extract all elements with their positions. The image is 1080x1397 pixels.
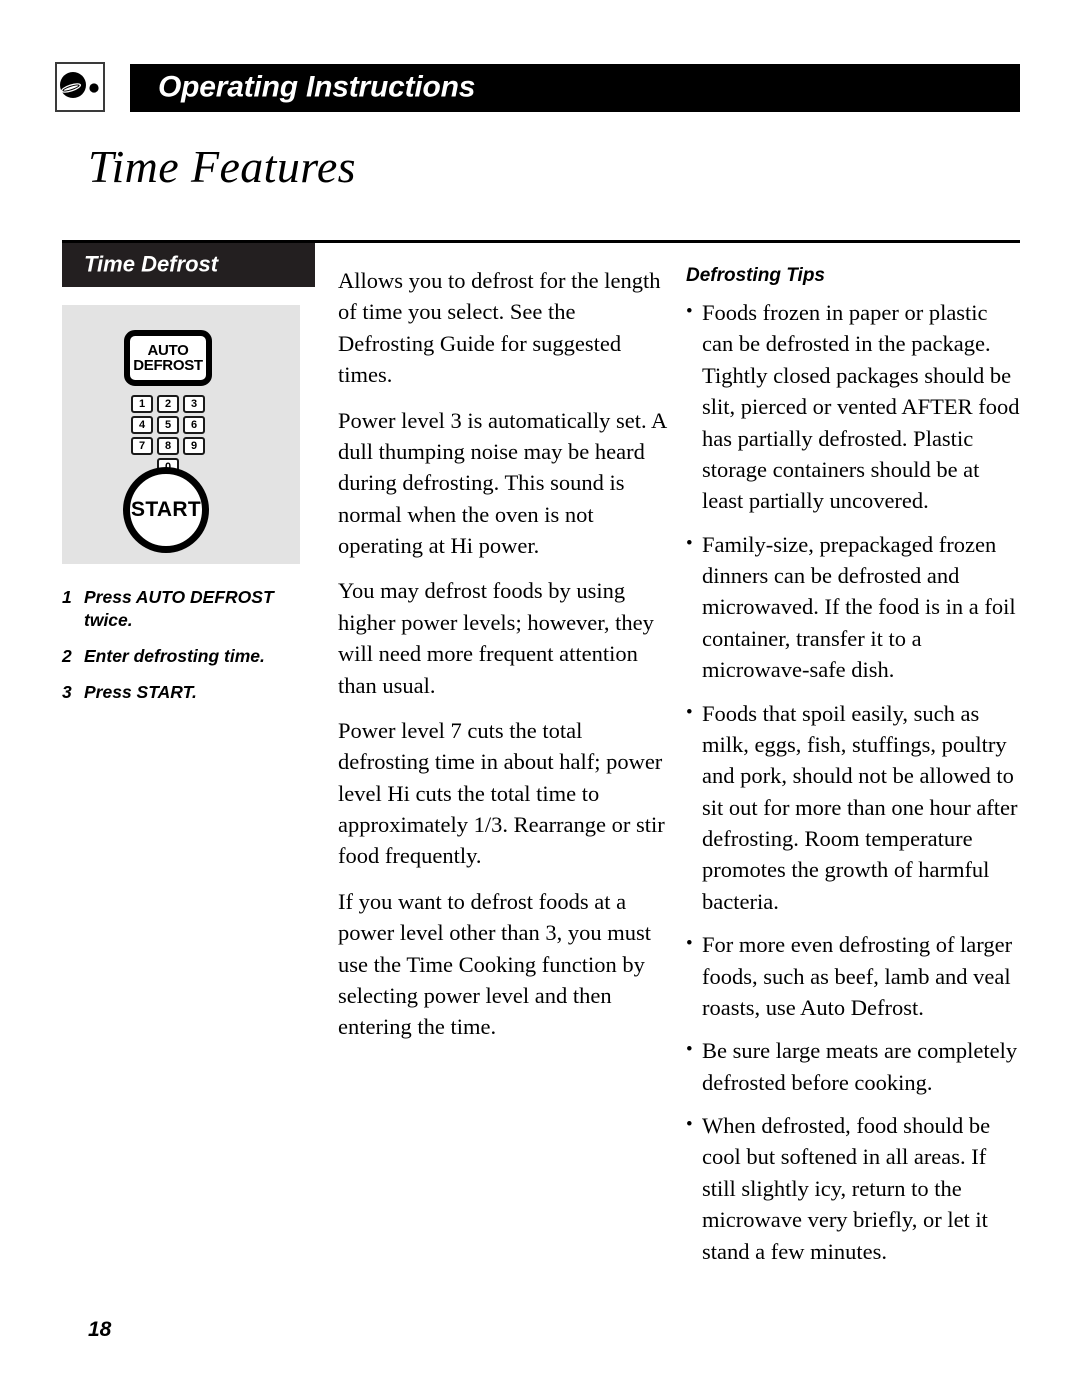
keypad-key-3[interactable]: 3 — [183, 395, 205, 413]
step-item: 2 Enter defrosting time. — [62, 645, 315, 668]
defrosting-tips-heading: Defrosting Tips — [686, 265, 825, 286]
step-item: 3 Press START. — [62, 681, 315, 704]
body-paragraph: Allows you to defrost for the length of … — [338, 268, 661, 388]
bullet-icon: • — [686, 701, 693, 723]
keypad-row: 7 8 9 — [129, 437, 207, 455]
auto-defrost-label-line1: AUTO — [147, 341, 189, 359]
page-number: 18 — [88, 1318, 112, 1341]
tip-text: When defrosted, food should be cool but … — [702, 1113, 991, 1264]
keypad-key-7[interactable]: 7 — [131, 437, 153, 455]
section-heading-bar: Time Defrost — [62, 243, 315, 287]
tip-text: Be sure large meats are completely defro… — [702, 1038, 1018, 1095]
header-banner: Operating Instructions — [130, 64, 1020, 112]
page-title: Time Features — [88, 141, 356, 192]
section-heading-label: Time Defrost — [84, 251, 219, 277]
tip-item: • When defrosted, food should be cool bu… — [686, 1110, 1020, 1267]
step-number: 3 — [62, 682, 72, 703]
body-paragraph: You may defrost foods by using higher po… — [338, 578, 654, 698]
keypad-key-2[interactable]: 2 — [157, 395, 179, 413]
bullet-icon: • — [686, 1114, 693, 1135]
keypad-key-1[interactable]: 1 — [131, 395, 153, 413]
header-title: Operating Instructions — [158, 70, 476, 104]
body-paragraph: Power level 3 is automatically set. A du… — [338, 407, 667, 559]
tip-item: • Family-size, prepackaged frozen dinner… — [686, 529, 1020, 686]
page-header: Operating Instructions — [0, 62, 1080, 114]
start-button[interactable]: START — [123, 467, 209, 553]
step-text: Press AUTO DEFROST twice. — [84, 587, 274, 631]
body-paragraph: If you want to defrost foods at a power … — [338, 888, 652, 1040]
auto-defrost-button[interactable]: AUTO DEFROST — [124, 330, 212, 386]
keypad-key-4[interactable]: 4 — [131, 416, 153, 434]
keypad-key-5[interactable]: 5 — [157, 416, 179, 434]
keypad-key-9[interactable]: 9 — [183, 437, 205, 455]
middle-column: Allows you to defrost for the length of … — [338, 265, 668, 1057]
keypad-key-6[interactable]: 6 — [183, 416, 205, 434]
bullet-icon: • — [686, 933, 693, 955]
keypad-key-8[interactable]: 8 — [157, 437, 179, 455]
tip-item: • Foods frozen in paper or plastic can b… — [686, 297, 1020, 517]
auto-defrost-label-line2: DEFROST — [133, 357, 203, 374]
step-item: 1 Press AUTO DEFROST twice. — [62, 586, 315, 632]
body-paragraph: Power level 7 cuts the total defrosting … — [338, 717, 665, 869]
step-number: 2 — [62, 646, 72, 667]
tip-text: Family-size, prepackaged frozen dinners … — [702, 531, 1016, 683]
step-text: Press START. — [84, 682, 197, 703]
bullet-icon: • — [686, 1039, 693, 1061]
right-column: Defrosting Tips • Foods frozen in paper … — [686, 265, 1020, 1279]
step-number: 1 — [62, 587, 72, 607]
control-panel-diagram: AUTO DEFROST 1 2 3 4 5 6 7 8 9 0 STAR — [62, 305, 300, 564]
keypad-row: 1 2 3 — [129, 395, 207, 413]
bullet-icon: • — [686, 301, 693, 322]
left-column: Time Defrost AUTO DEFROST 1 2 3 4 5 6 7 … — [62, 243, 315, 717]
keypad-row: 4 5 6 — [129, 416, 207, 434]
dial-knob-icon — [55, 62, 105, 112]
tip-item: • Be sure large meats are completely def… — [686, 1035, 1020, 1098]
tip-text: Foods frozen in paper or plastic can be … — [702, 300, 1020, 514]
tip-item: • For more even defrosting of larger foo… — [686, 929, 1020, 1023]
bullet-icon: • — [686, 532, 693, 554]
instruction-steps: 1 Press AUTO DEFROST twice. 2 Enter defr… — [62, 586, 315, 704]
step-text: Enter defrosting time. — [84, 646, 265, 667]
tip-item: • Foods that spoil easily, such as milk,… — [686, 698, 1020, 918]
tip-text: Foods that spoil easily, such as milk, e… — [702, 700, 1018, 914]
tip-text: For more even defrosting of larger foods… — [702, 932, 1013, 1020]
